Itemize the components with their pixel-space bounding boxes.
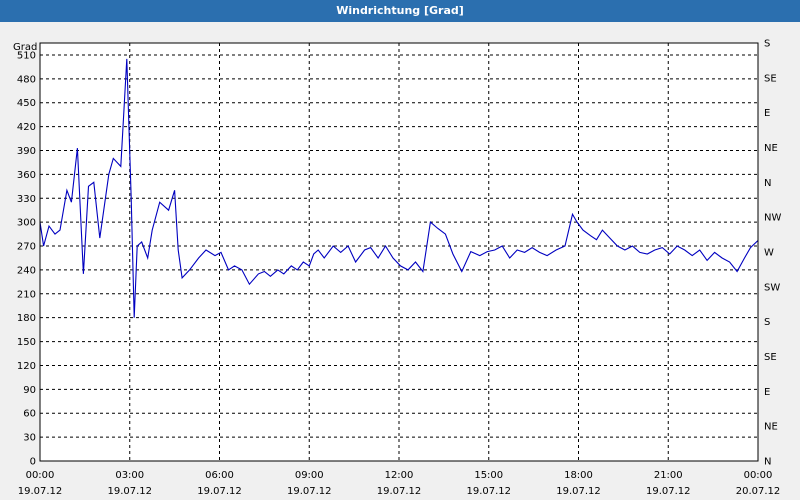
- y2-tick-label: SW: [764, 282, 780, 293]
- y2-tick-label: S: [764, 317, 770, 328]
- x-tick-label-time: 09:00: [295, 470, 324, 481]
- y-tick-label: 240: [17, 265, 36, 276]
- y-tick-label: 90: [23, 385, 36, 396]
- y2-tick-label: E: [764, 108, 770, 119]
- x-tick-label-date: 19.07.12: [197, 486, 242, 497]
- y-tick-label: 180: [17, 313, 36, 324]
- x-tick-label-time: 18:00: [564, 470, 593, 481]
- y-tick-label: 30: [23, 433, 36, 444]
- y2-tick-label: NE: [764, 143, 778, 154]
- y2-tick-label: W: [764, 248, 774, 259]
- y2-tick-label: SE: [764, 352, 777, 363]
- y2-tick-label: NE: [764, 422, 778, 433]
- x-tick-label-date: 20.07.12: [736, 486, 781, 497]
- y-tick-label: 330: [17, 194, 36, 205]
- x-tick-label-date: 19.07.12: [107, 486, 152, 497]
- x-tick-label-time: 03:00: [115, 470, 144, 481]
- x-tick-label-date: 19.07.12: [646, 486, 691, 497]
- x-tick-label-date: 19.07.12: [287, 486, 332, 497]
- y-tick-label: 480: [17, 74, 36, 85]
- wind-direction-chart: 0 30 60 90 120 150 180 210 240 270 300 330 360 390 420…: [13, 39, 781, 498]
- chart-window: Windrichtung [Grad] 0 30 60 90 120 150 180 210 2…: [0, 0, 800, 500]
- y-tick-label: 300: [17, 218, 36, 229]
- y-tick-label: 270: [17, 242, 36, 253]
- x-tick-label-time: 15:00: [474, 470, 503, 481]
- y-tick-label: 210: [17, 289, 36, 300]
- y-tick-label: 420: [17, 122, 36, 133]
- y-tick-label: 360: [17, 170, 36, 181]
- y-tick-label: 0: [30, 457, 36, 468]
- x-tick-label-time: 00:00: [26, 470, 55, 481]
- y-tick-label: 450: [17, 98, 36, 109]
- y2-tick-label: S: [764, 39, 770, 50]
- window-title: Windrichtung [Grad]: [0, 0, 800, 22]
- y2-tick-label: N: [764, 457, 771, 468]
- y-axis-label: Grad: [13, 42, 37, 53]
- y2-tick-label: N: [764, 178, 771, 189]
- y2-tick-label: SE: [764, 73, 777, 84]
- y-tick-label: 150: [17, 337, 36, 348]
- x-tick-label-time: 00:00: [744, 470, 773, 481]
- x-tick-label-date: 19.07.12: [18, 486, 63, 497]
- x-tick-label-time: 12:00: [385, 470, 414, 481]
- x-tick-label-time: 06:00: [205, 470, 234, 481]
- x-tick-label-time: 21:00: [654, 470, 683, 481]
- y-tick-label: 60: [23, 409, 36, 420]
- x-tick-label-date: 19.07.12: [556, 486, 601, 497]
- y2-tick-label: NW: [764, 213, 781, 224]
- x-tick-label-date: 19.07.12: [466, 486, 511, 497]
- y-tick-label: 120: [17, 361, 36, 372]
- y2-tick-label: E: [764, 387, 770, 398]
- y-tick-label: 390: [17, 146, 36, 157]
- x-tick-label-date: 19.07.12: [377, 486, 422, 497]
